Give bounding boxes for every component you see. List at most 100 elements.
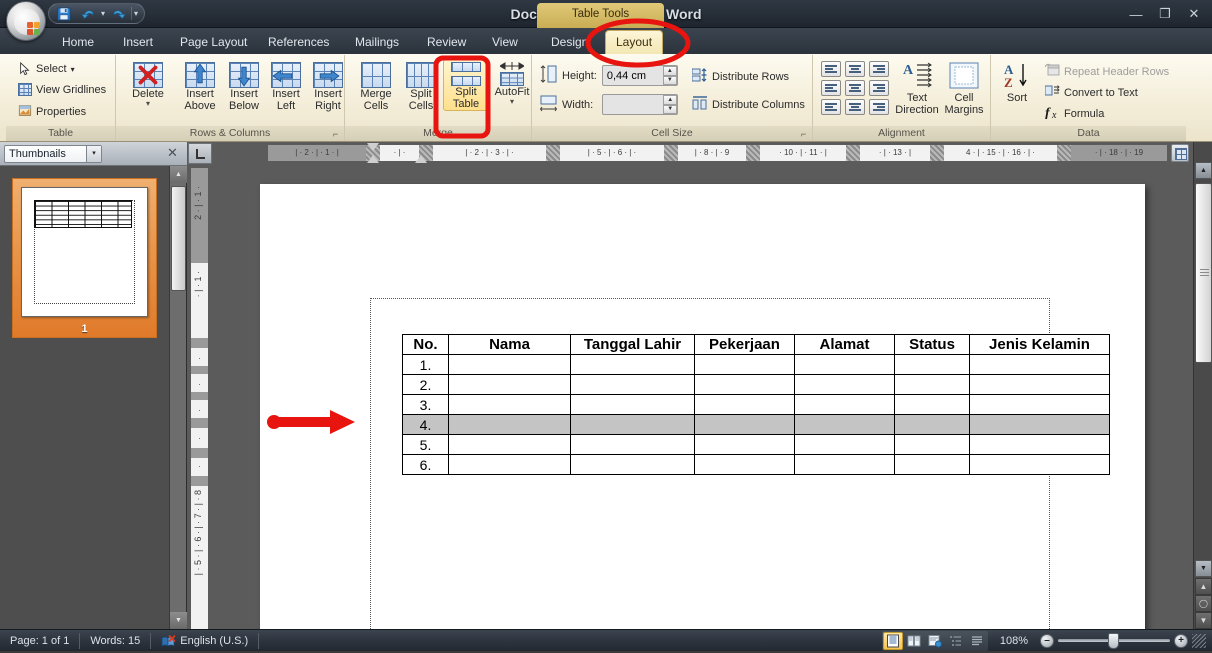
undo-dropdown-caret[interactable]: ▾ <box>101 9 105 18</box>
vruler-row-sep-6[interactable] <box>191 476 208 486</box>
proofing-status[interactable]: English (U.S.) <box>151 632 260 649</box>
convert-to-text-button[interactable]: Convert to Text <box>1041 82 1142 103</box>
scroll-down-icon[interactable]: ▼ <box>1195 560 1212 577</box>
table-cell-pekerjaan[interactable] <box>694 354 795 375</box>
table-cell-jenis-kelamin[interactable] <box>969 394 1110 415</box>
print-layout-view-icon[interactable] <box>882 631 903 650</box>
table-cell-tanggal-lahir[interactable] <box>570 354 695 375</box>
autofit-button[interactable]: AutoFit ▾ <box>491 59 533 107</box>
thumbnails-scrollbar[interactable]: ▲ ▼ <box>169 166 187 629</box>
tab-page-layout[interactable]: Page Layout <box>170 30 257 54</box>
table-row[interactable]: 3. <box>402 394 1110 415</box>
table-cell-pekerjaan[interactable] <box>694 394 795 415</box>
table-cell-status[interactable] <box>894 414 970 435</box>
table-cell-alamat[interactable] <box>794 434 895 455</box>
table-cell-jenis-kelamin[interactable] <box>969 374 1110 395</box>
sort-button[interactable]: AZ Sort <box>997 59 1037 105</box>
zoom-level[interactable]: 108% <box>992 635 1036 647</box>
scroll-up-icon[interactable]: ▲ <box>1195 162 1212 179</box>
table-cell-nama[interactable] <box>448 354 571 375</box>
word-count[interactable]: Words: 15 <box>80 632 152 649</box>
rows-columns-dialog-launcher[interactable]: ⌐ <box>330 129 341 140</box>
table-cell-no[interactable]: 3. <box>402 394 449 415</box>
zoom-out-button[interactable]: – <box>1040 633 1054 648</box>
table-cell-no[interactable]: 2. <box>402 374 449 395</box>
office-button[interactable] <box>6 1 46 41</box>
cell-margins-button[interactable]: Cell Margins <box>941 59 987 117</box>
align-center-left-button[interactable] <box>821 80 841 96</box>
table-cell-alamat[interactable] <box>794 354 895 375</box>
table-cell-status[interactable] <box>894 394 970 415</box>
tab-view[interactable]: View <box>482 30 528 54</box>
close-button[interactable]: ✕ <box>1180 5 1208 23</box>
table-cell-status[interactable] <box>894 354 970 375</box>
tab-references[interactable]: References <box>258 30 339 54</box>
table-cell-jenis-kelamin[interactable] <box>969 454 1110 475</box>
table-row-selected[interactable]: 4. <box>402 414 1110 435</box>
document-table[interactable]: No. Nama Tanggal Lahir Pekerjaan Alamat … <box>402 334 1110 475</box>
text-direction-button[interactable]: A Text Direction <box>893 59 941 117</box>
width-input[interactable] <box>603 95 662 114</box>
align-top-right-button[interactable] <box>869 61 889 77</box>
width-spinbox[interactable]: ▲ ▼ <box>602 94 679 115</box>
height-spinbox[interactable]: ▲▼ <box>601 65 678 86</box>
table-cell-no[interactable]: 5. <box>402 434 449 455</box>
zoom-in-button[interactable]: + <box>1174 633 1188 648</box>
save-icon[interactable] <box>53 5 75 22</box>
hruler-tabstop-4[interactable] <box>664 145 678 161</box>
cell-size-dialog-launcher[interactable]: ⌐ <box>798 129 809 140</box>
align-bottom-left-button[interactable] <box>821 99 841 115</box>
vruler-row-sep-5[interactable] <box>191 448 208 458</box>
next-page-icon[interactable]: ▼ <box>1195 612 1212 629</box>
tab-home[interactable]: Home <box>52 30 104 54</box>
vertical-ruler[interactable]: 2 · | · 1 · · | · 1 · · · · · · | · 5 · … <box>187 142 215 631</box>
repeat-header-rows-button[interactable]: Repeat Header Rows <box>1041 61 1173 82</box>
table-row[interactable]: 2. <box>402 374 1110 395</box>
table-cell-tanggal-lahir[interactable] <box>570 414 695 435</box>
delete-caret-icon[interactable]: ▾ <box>146 100 150 108</box>
properties-button[interactable]: Properties <box>14 102 90 122</box>
table-row[interactable]: 1. <box>402 354 1110 375</box>
left-indent-marker[interactable] <box>415 155 427 163</box>
table-cell-tanggal-lahir[interactable] <box>570 374 695 395</box>
table-cell-no[interactable]: 4. <box>402 414 449 435</box>
hruler-tabstop-8[interactable] <box>1057 145 1071 161</box>
customize-qat-caret[interactable]: ▾ <box>134 9 138 18</box>
table-cell-nama[interactable] <box>448 394 571 415</box>
thumbnails-scroll-thumb[interactable] <box>171 186 186 291</box>
close-icon[interactable]: ✕ <box>165 145 180 161</box>
tab-mailings[interactable]: Mailings <box>345 30 409 54</box>
split-cells-button[interactable]: Split Cells <box>399 59 443 113</box>
page-indicator[interactable]: Page: 1 of 1 <box>0 632 81 649</box>
vruler-row-sep-4[interactable] <box>191 418 208 428</box>
delete-button[interactable]: Delete ▾ <box>124 59 172 109</box>
scrollbar-thumb[interactable] <box>1195 183 1212 363</box>
table-cell-alamat[interactable] <box>794 454 895 475</box>
full-screen-reading-view-icon[interactable] <box>904 632 924 650</box>
align-center-button[interactable] <box>845 80 865 96</box>
thumbnail-page-1[interactable]: 1 <box>12 178 157 338</box>
table-cell-tanggal-lahir[interactable] <box>570 394 695 415</box>
zoom-slider[interactable]: – + <box>1040 632 1188 649</box>
insert-left-button[interactable]: Insert Left <box>266 59 306 113</box>
table-row[interactable]: 5. <box>402 434 1110 455</box>
table-cell-tanggal-lahir[interactable] <box>570 434 695 455</box>
table-cell-pekerjaan[interactable] <box>694 454 795 475</box>
view-gridlines-button[interactable]: View Gridlines <box>14 81 110 98</box>
first-line-indent-marker[interactable] <box>367 143 379 151</box>
thumbnails-dropdown[interactable]: Thumbnails ▾ <box>4 145 102 163</box>
zoom-slider-handle[interactable] <box>1108 632 1119 649</box>
horizontal-ruler[interactable]: | · 2 · | · 1 · | · | · | · 2 · | · 3 · … <box>215 142 1193 164</box>
table-cell-nama[interactable] <box>448 374 571 395</box>
minimize-button[interactable]: — <box>1122 5 1150 23</box>
document-canvas[interactable]: No. Nama Tanggal Lahir Pekerjaan Alamat … <box>215 164 1193 629</box>
table-cell-status[interactable] <box>894 454 970 475</box>
undo-icon[interactable] <box>77 5 99 22</box>
table-cell-nama[interactable] <box>448 414 571 435</box>
table-row[interactable]: 6. <box>402 454 1110 475</box>
hanging-indent-marker[interactable] <box>367 155 379 163</box>
table-cell-jenis-kelamin[interactable] <box>969 414 1110 435</box>
tab-design[interactable]: Design <box>541 30 598 54</box>
document-page[interactable]: No. Nama Tanggal Lahir Pekerjaan Alamat … <box>260 184 1145 629</box>
autofit-caret-icon[interactable]: ▾ <box>510 98 514 106</box>
